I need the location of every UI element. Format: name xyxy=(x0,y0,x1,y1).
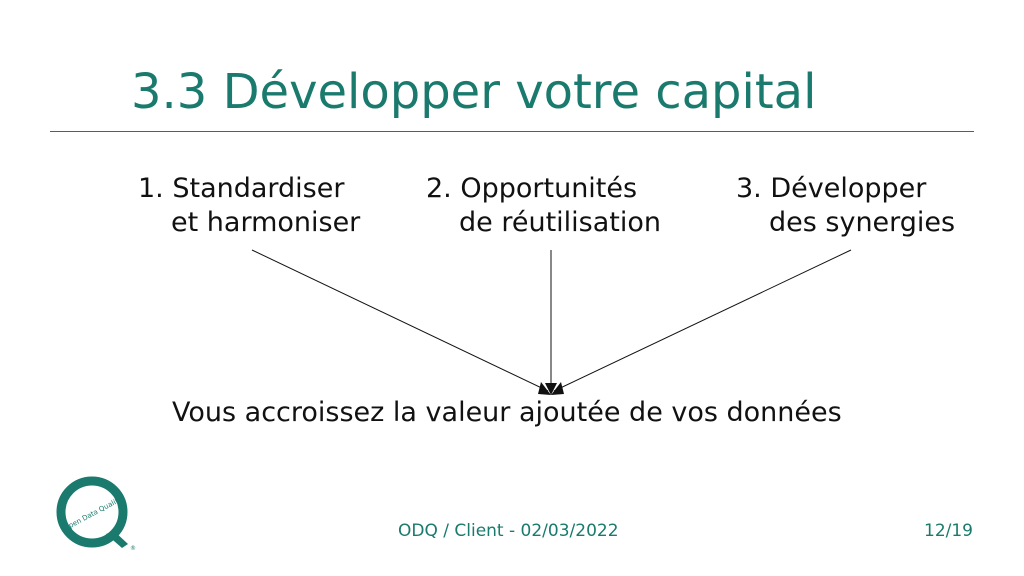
item-opportunites: 2. Opportunités de réutilisation xyxy=(426,172,661,240)
item-standardiser-line2: et harmoniser xyxy=(171,207,361,238)
item-developper: 3. Développer des synergies xyxy=(736,172,955,240)
page-number: 12/19 xyxy=(924,521,973,541)
arrow-1-line xyxy=(251,249,549,392)
title-divider xyxy=(50,131,974,132)
item-opportunites-line2: de réutilisation xyxy=(459,207,661,238)
slide: 3.3 Développer votre capital 1. Standard… xyxy=(0,0,1024,576)
result-statement: Vous accroissez la valeur ajoutée de vos… xyxy=(172,397,842,428)
arrowhead-3 xyxy=(551,382,564,395)
item-opportunites-line1: 2. Opportunités xyxy=(426,173,638,204)
item-developper-line1: 3. Développer xyxy=(736,173,927,204)
arrowhead-1 xyxy=(538,382,551,395)
arrowhead-2 xyxy=(545,383,557,395)
footer-info: ODQ / Client - 02/03/2022 xyxy=(398,521,619,541)
item-standardiser-line1: 1. Standardiser xyxy=(138,173,345,204)
item-developper-line2: des synergies xyxy=(769,207,956,238)
item-standardiser: 1. Standardiser et harmoniser xyxy=(138,172,360,240)
logo-registered: ® xyxy=(130,545,136,552)
slide-title: 3.3 Développer votre capital xyxy=(131,64,817,120)
arrow-3-line xyxy=(553,249,852,392)
odq-logo: Open Data Quality ® xyxy=(56,476,136,552)
